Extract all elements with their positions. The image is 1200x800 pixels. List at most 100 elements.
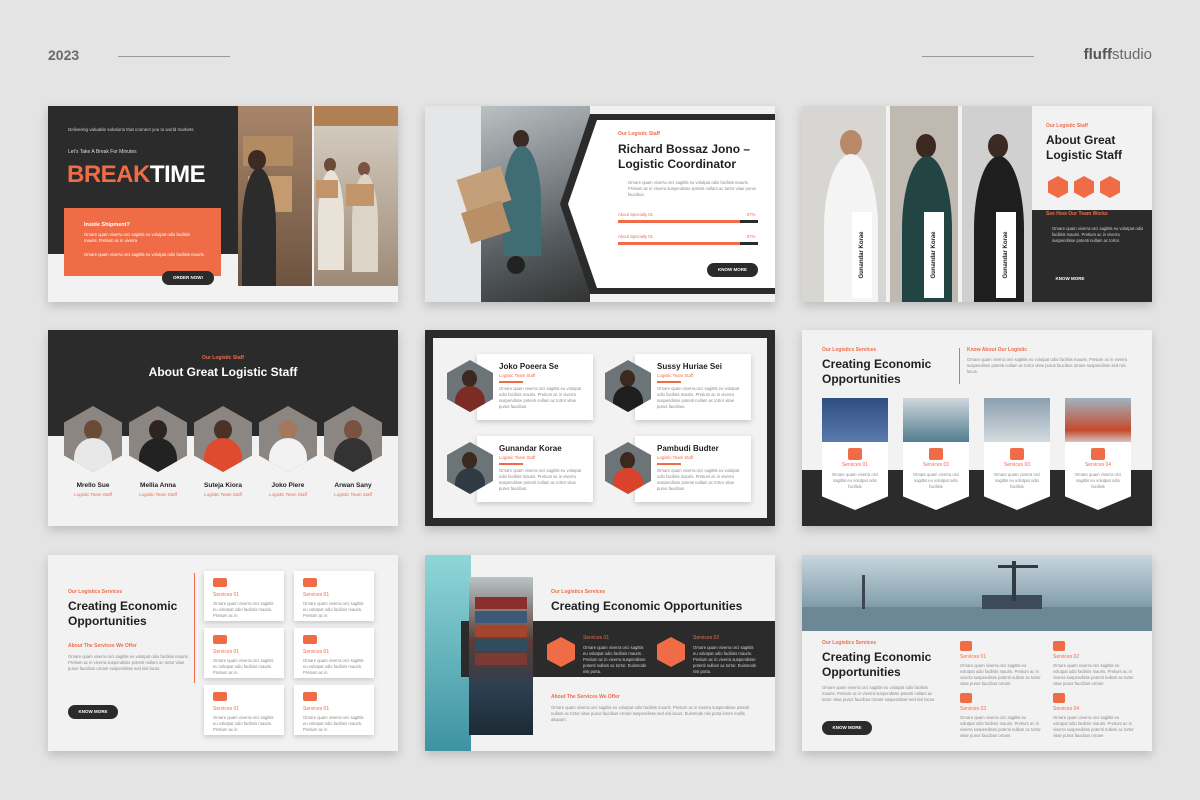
service-text: Ornare quam viverra orci sagittis eu vol… <box>303 601 364 619</box>
service-title: Services 03 <box>922 462 950 468</box>
service-text: Ornare quam viverra orci sagittis eu vol… <box>303 715 364 733</box>
photo-worker-clipboard <box>238 106 312 286</box>
building-icon <box>303 692 317 701</box>
slide-title-line1: Creating Economic <box>822 650 932 664</box>
slide-break-time[interactable]: Delivering valuable solutions that conne… <box>48 106 398 302</box>
service-title: Services 01 <box>213 706 240 712</box>
slide-services-grid[interactable]: Our Logistics Services Creating Economic… <box>48 555 398 751</box>
info-box-text-2: Ornare quam viverra orci sagittis eu vol… <box>84 252 205 257</box>
service-card-6[interactable]: Services 01 Ornare quam viverra orci sagi… <box>294 685 374 735</box>
slide-services-port[interactable]: Our Logistics Services Creating Economic… <box>802 555 1152 751</box>
slide-title-line1: Creating Economic <box>822 357 932 371</box>
service-text-3: Ornare quam viverra orci sagittis eu vol… <box>960 715 1041 739</box>
service-text: Ornare quam viverra orci sagittis eu vol… <box>831 472 879 490</box>
staff-1-tag: Gunandar Korae <box>852 212 872 298</box>
accent-rule <box>657 463 681 465</box>
body-text: Ornare quam viverra orci sagittis eu vol… <box>551 705 750 723</box>
slide-services-photos[interactable]: Our Logistics Services Creating Economic… <box>802 330 1152 526</box>
service-card-2[interactable]: Services 01 Ornare quam viverra orci sagi… <box>294 571 374 621</box>
section-label: Our Logistic Staff <box>618 131 660 137</box>
right-label: Know About Our Logistic <box>967 347 1028 353</box>
service-text: Ornare quam viverra orci sagittis eu vol… <box>213 658 274 676</box>
service-card-4[interactable]: Services 01 Ornare quam viverra orci sagi… <box>294 628 374 678</box>
photo-men-boxes <box>314 106 398 286</box>
service-card-3[interactable]: Services 03 Ornare quam viverra orci sagi… <box>984 442 1050 510</box>
slide-staff-cards[interactable]: Joko Poeera Se Logistic Team Staff Ornare … <box>425 330 775 526</box>
know-more-button[interactable]: KNOW MORE <box>68 705 118 719</box>
service-card-1[interactable]: Services 01 Ornare quam viverra orci sagi… <box>822 442 888 510</box>
service-title-3: Services 03 <box>960 706 987 712</box>
staff-head <box>462 452 477 469</box>
service-text-1: Ornare quam viverra orci sagittis eu vol… <box>960 663 1041 687</box>
staff-card-2[interactable]: Sussy Huriae Sei Logistic Team Staff Ornar… <box>635 354 751 420</box>
service-title: Services 01 <box>841 462 869 468</box>
staff-body <box>139 438 177 472</box>
specialty-1-pct: 87% <box>747 212 756 217</box>
slide-title: About Great Logistic Staff <box>148 365 298 379</box>
specialty-1-bar <box>618 220 758 223</box>
header-divider-right <box>922 56 1034 57</box>
order-now-button[interactable]: ORDER NOW! <box>162 271 214 285</box>
section-label: Our Logistic Staff <box>1046 123 1088 129</box>
staff-card-1[interactable]: Joko Poeera Se Logistic Team Staff Ornare … <box>477 354 593 420</box>
slide-title-line2: Opportunities <box>68 614 147 628</box>
staff-name-1: Mrello Sue <box>76 482 110 489</box>
slide-title-line1: Creating Economic <box>68 599 178 613</box>
box-icon <box>1074 176 1094 198</box>
staff-head <box>149 420 167 440</box>
staff-role-1: Logistic Team Staff <box>74 492 112 497</box>
service-title-1: Services 01 <box>960 654 987 660</box>
know-more-button[interactable]: KNOW MORE <box>707 263 758 277</box>
slide-coordinator-profile[interactable]: Our Logistic Staff Richard Bossaz Jono –… <box>425 106 775 302</box>
service-card-5[interactable]: Services 01 Ornare quam viverra orci sagi… <box>204 685 284 735</box>
truck-icon <box>213 578 227 587</box>
service-text: Ornare quam viverra orci sagittis eu vol… <box>303 658 364 676</box>
service-card-4[interactable]: Services 04 Ornare quam viverra orci sagi… <box>1065 442 1131 510</box>
body-text: Ornare quam viverra orci sagittis eu vol… <box>1052 226 1144 244</box>
know-more-button[interactable]: KNOW MORE <box>822 721 872 735</box>
service-2-title: Services 02 <box>693 635 720 641</box>
accent-rule <box>657 381 681 383</box>
service-title: Services 01 <box>303 592 330 598</box>
person-icon <box>1091 448 1105 460</box>
brand-logo: fluffstudio <box>1083 46 1152 63</box>
staff-card-role: Logistic Team Staff <box>657 455 694 460</box>
staff-body <box>204 438 242 472</box>
specialty-2-pct: 87% <box>747 234 756 239</box>
service-photo-4 <box>1065 398 1131 444</box>
staff-head <box>214 420 232 440</box>
vertical-divider <box>959 348 960 384</box>
slide-services-ship[interactable]: Our Logistics Services Creating Economic… <box>425 555 775 751</box>
service-text-4: Ornare quam viverra orci sagittis eu vol… <box>1053 715 1134 739</box>
service-title: Services 04 <box>1084 462 1112 468</box>
specialty-2-label: About Specialty 01 <box>618 234 653 239</box>
profile-name: Richard Bossaz Jono – <box>618 142 751 156</box>
staff-head <box>462 370 477 387</box>
body-text: Ornare quam viverra orci sagittis eu vol… <box>68 654 189 672</box>
subheading: See How Our Team Works <box>1046 211 1108 217</box>
staff-card-name: Gunandar Korae <box>499 444 562 453</box>
staff-role-5: Logistic Team Staff <box>334 492 372 497</box>
service-card-1[interactable]: Services 01 Ornare quam viverra orci sagi… <box>204 571 284 621</box>
box-icon <box>929 448 943 460</box>
service-text: Ornare quam viverra orci sagittis eu vol… <box>912 472 960 490</box>
subheading: About The Services We Offer <box>68 643 137 649</box>
service-card-3[interactable]: Services 01 Ornare quam viverra orci sagi… <box>204 628 284 678</box>
calendar-icon <box>213 692 227 701</box>
staff-head <box>84 420 102 440</box>
staff-card-text: Ornare quam viverra orci sagittis eu vol… <box>657 386 740 410</box>
service-text: Ornare quam viverra orci sagittis eu vol… <box>1074 472 1122 490</box>
slide-staff-hexagons[interactable]: Our Logistic Staff About Great Logistic … <box>48 330 398 526</box>
section-label: Our Logistics Services <box>822 640 877 646</box>
staff-head <box>620 452 635 469</box>
staff-card-name: Pambudi Budter <box>657 444 719 453</box>
know-more-button[interactable]: KNOW MORE <box>1046 272 1094 286</box>
staff-body <box>334 438 372 472</box>
service-text: Ornare quam viverra orci sagittis eu vol… <box>993 472 1041 490</box>
service-title: Services 01 <box>213 649 240 655</box>
service-card-2[interactable]: Services 03 Ornare quam viverra orci sagi… <box>903 442 969 510</box>
slide-staff-portraits[interactable]: Gunandar Korae Gunandar Korae Gunandar K… <box>802 106 1152 302</box>
staff-card-3[interactable]: Gunandar Korae Logistic Team Staff Ornare … <box>477 436 593 502</box>
info-box: Inside Shipment? Ornare quam viverra orc… <box>64 208 221 276</box>
staff-card-4[interactable]: Pambudi Budter Logistic Team Staff Ornare … <box>635 436 751 502</box>
